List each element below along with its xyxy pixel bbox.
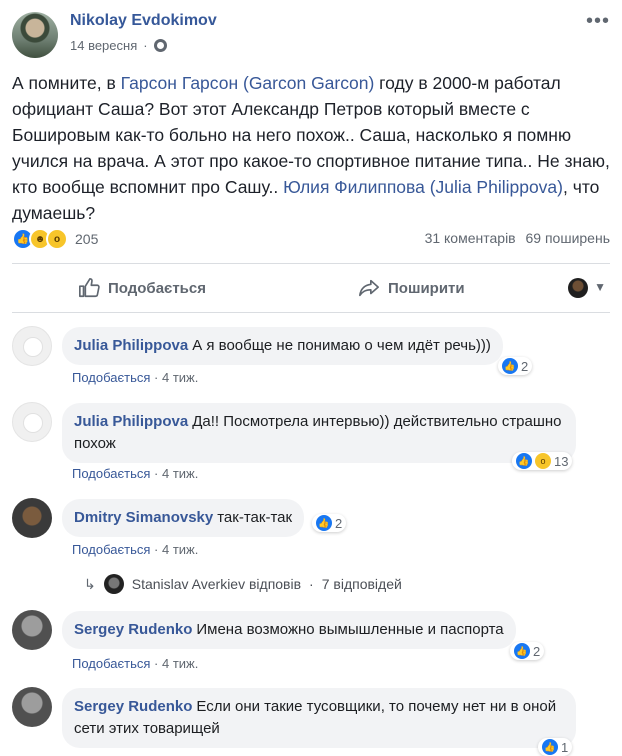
wow-reaction-icon: o [46, 228, 68, 250]
share-button[interactable]: Поширити [358, 277, 465, 299]
comment-reactions-count: 2 [521, 358, 529, 374]
comment-bubble: Julia Philippova Да!! Посмотрела интервью… [62, 403, 576, 463]
more-icon[interactable]: ••• [586, 10, 610, 33]
reply-avatar [103, 574, 124, 594]
comment-reactions[interactable]: 👍 2 [498, 357, 533, 375]
like-reaction-icon: 👍 [502, 358, 518, 374]
mention-link[interactable]: Юлия Филиппова (Julia Philippova) [283, 177, 563, 197]
like-button[interactable]: Подобається [78, 277, 206, 299]
viewer-avatar[interactable] [568, 278, 588, 298]
comment-text: А я вообще не понимаю о чем идёт речь))) [192, 337, 491, 354]
comment-text: Имена возможно вымышленные и паспорта [196, 621, 504, 638]
commenter-name[interactable]: Sergey Rudenko [74, 698, 192, 715]
reactions-count: 205 [75, 231, 99, 247]
comment-time[interactable]: 4 тиж. [162, 656, 198, 671]
comment-time[interactable]: 4 тиж. [162, 466, 198, 481]
replies-count: 7 відповідей [321, 576, 402, 592]
chevron-down-icon[interactable]: ▼ [594, 280, 606, 294]
comment-time[interactable]: 4 тиж. [162, 370, 198, 385]
commenter-avatar[interactable] [12, 498, 52, 538]
globe-icon [153, 39, 167, 52]
comment-bubble: Julia Philippova А я вообще не понимаю о … [62, 327, 503, 365]
shares-count[interactable]: 69 поширень [526, 230, 610, 246]
comment-like-link[interactable]: Подобається [72, 370, 150, 385]
post-date[interactable]: 14 вересня [70, 38, 137, 53]
comment-reactions[interactable]: 👍 o 13 [512, 452, 573, 470]
like-reaction-icon: 👍 [316, 515, 332, 531]
comment-bubble: Sergey Rudenko Имена возможно вымышленные… [62, 611, 516, 649]
commenter-name[interactable]: Julia Philippova [74, 413, 188, 430]
commenter-name[interactable]: Dmitry Simanovsky [74, 509, 213, 526]
dot-separator: · [154, 656, 159, 671]
reactions-summary[interactable]: 👍 ☻ o 205 [12, 228, 98, 250]
dot-separator: · [154, 542, 159, 557]
commenter-name[interactable]: Sergey Rudenko [74, 621, 192, 638]
comment-bubble: Sergey Rudenko Если они такие тусовщики, … [62, 688, 576, 748]
divider [12, 263, 610, 264]
like-label: Подобається [108, 279, 206, 297]
commenter-name[interactable]: Julia Philippova [74, 337, 188, 354]
like-reaction-icon: 👍 [516, 453, 532, 469]
commenter-avatar[interactable] [12, 326, 52, 366]
comment-meta: Подобається · 4 тиж. [72, 466, 198, 481]
page-link[interactable]: Гарсон Гарсон (Garcon Garcon) [121, 73, 375, 93]
post-counts: 31 коментарів 69 поширень [425, 230, 610, 246]
comment-meta: Подобається · 4 тиж. [72, 370, 198, 385]
comment-reactions-count: 13 [554, 453, 569, 469]
dot-separator: · [154, 370, 159, 385]
post-author[interactable]: Nikolay Evdokimov [70, 12, 217, 30]
comments-count[interactable]: 31 коментарів [425, 230, 516, 246]
wow-reaction-icon: o [535, 453, 551, 469]
dot-separator: · [154, 466, 159, 481]
post-text-part-1: А помните, в [12, 73, 121, 93]
comment-reactions-count: 1 [561, 739, 569, 755]
comment-time[interactable]: 4 тиж. [162, 542, 198, 557]
commenter-avatar[interactable] [12, 402, 52, 442]
post-meta: 14 вересня · [70, 38, 167, 53]
comment-reactions[interactable]: 👍 1 [538, 738, 573, 756]
comment-text: так-так-так [217, 509, 293, 526]
author-avatar[interactable] [12, 12, 58, 58]
post-text: А помните, в Гарсон Гарсон (Garcon Garco… [12, 70, 610, 226]
like-reaction-icon: 👍 [514, 643, 530, 659]
share-label: Поширити [388, 279, 465, 297]
comment-meta: Подобається · 4 тиж. [72, 656, 198, 671]
like-reaction-icon: 👍 [542, 739, 558, 755]
comment-bubble: Dmitry Simanovsky так-так-так [62, 499, 305, 537]
commenter-avatar[interactable] [12, 687, 52, 727]
dot-separator: · [309, 576, 314, 592]
divider [12, 312, 610, 313]
dot-separator: · [143, 38, 148, 53]
reply-arrow-icon: ↳ [84, 575, 96, 592]
replies-author: Stanislav Averkiev відповів [131, 576, 302, 592]
comment-like-link[interactable]: Подобається [72, 466, 150, 481]
view-replies-link[interactable]: ↳ Stanislav Averkiev відповів · 7 відпов… [84, 574, 402, 594]
comment-reactions[interactable]: 👍 2 [510, 642, 545, 660]
comment-reactions-count: 2 [533, 643, 541, 659]
like-icon [79, 278, 100, 298]
comment-reactions[interactable]: 👍 2 [312, 514, 347, 532]
share-icon [359, 279, 379, 297]
comment-reactions-count: 2 [335, 515, 343, 531]
comment-like-link[interactable]: Подобається [72, 656, 150, 671]
comment-like-link[interactable]: Подобається [72, 542, 150, 557]
commenter-avatar[interactable] [12, 610, 52, 650]
comment-meta: Подобається · 4 тиж. [72, 542, 198, 557]
